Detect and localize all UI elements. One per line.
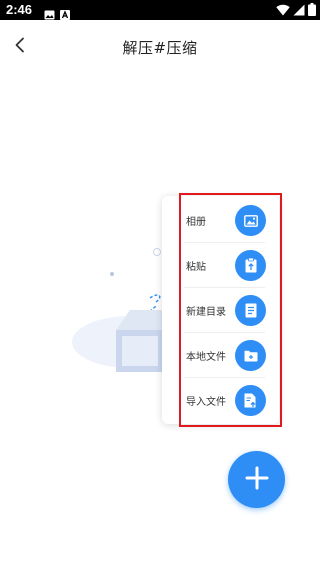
menu-item-import-file[interactable]: 导入文件 xyxy=(162,378,279,423)
menu-item-new-directory[interactable]: 新建目录 xyxy=(162,288,279,333)
folder-icon xyxy=(235,340,266,371)
menu-item-label: 相册 xyxy=(186,217,206,228)
menu-item-label: 本地文件 xyxy=(186,352,226,363)
plus-icon xyxy=(245,466,269,494)
paste-icon xyxy=(235,250,266,281)
add-fab-button[interactable] xyxy=(228,451,285,508)
menu-item-label: 导入文件 xyxy=(186,397,226,408)
wifi-icon xyxy=(276,1,290,20)
status-time: 2:46 xyxy=(6,2,33,17)
document-icon xyxy=(235,295,266,326)
menu-item-paste[interactable]: 粘贴 xyxy=(162,243,279,288)
status-indicators xyxy=(276,1,316,20)
menu-item-album[interactable]: 相册 xyxy=(162,198,279,243)
signal-icon xyxy=(293,1,305,20)
screen: 2:46 解压#压缩 相册 粘贴 新建目录 本地文件 导入文件 xyxy=(0,0,320,568)
menu-item-local-file[interactable]: 本地文件 xyxy=(162,333,279,378)
app-header: 解压#压缩 xyxy=(0,20,320,74)
battery-icon xyxy=(308,1,316,20)
import-file-icon xyxy=(235,385,266,416)
image-icon xyxy=(235,205,266,236)
page-title: 解压#压缩 xyxy=(122,39,198,57)
status-bar: 2:46 xyxy=(0,0,320,20)
menu-item-label: 粘贴 xyxy=(186,262,206,273)
add-actions-menu: 相册 粘贴 新建目录 本地文件 导入文件 xyxy=(162,196,279,424)
menu-item-label: 新建目录 xyxy=(186,307,226,318)
